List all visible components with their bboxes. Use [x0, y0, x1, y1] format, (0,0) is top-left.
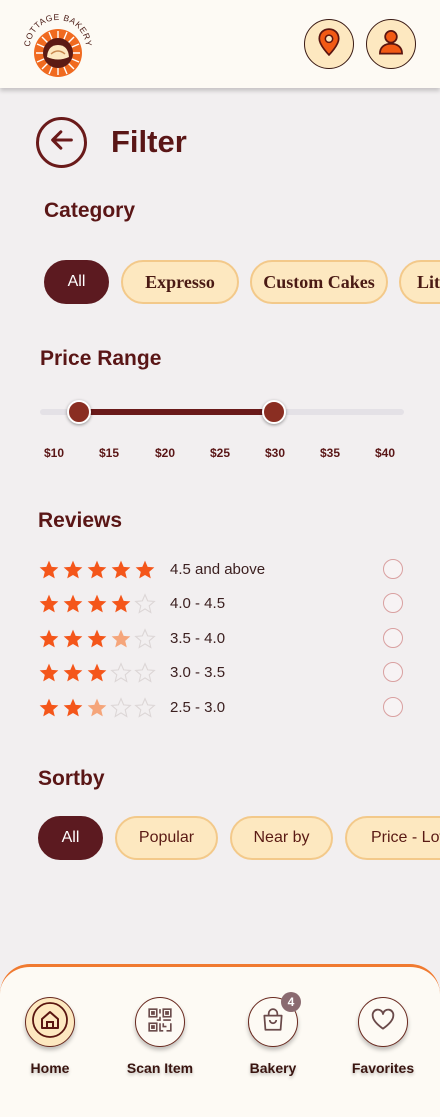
- nav-bakery[interactable]: 4 Bakery: [223, 992, 323, 1076]
- sortby-chips: All Popular Near by Price - Low to High: [0, 816, 440, 864]
- star-filled-icon: [63, 594, 83, 613]
- nav-scan-circle: [135, 997, 185, 1047]
- star-empty-icon: [134, 593, 156, 614]
- star-empty-icon: [134, 628, 156, 649]
- category-chip-custom-cakes[interactable]: Custom Cakes: [250, 260, 388, 304]
- star-half-icon: [111, 629, 131, 648]
- star-filled-icon: [39, 629, 59, 648]
- star-filled-icon: [39, 560, 59, 579]
- review-option-row[interactable]: 3.5 - 4.0: [38, 628, 408, 654]
- star-filled-icon: [135, 560, 155, 579]
- nav-home-label: Home: [30, 1060, 70, 1076]
- category-chip-expresso[interactable]: Expresso: [121, 260, 239, 304]
- price-slider-range: [79, 409, 274, 415]
- star-filled-icon: [39, 663, 59, 682]
- nav-home-circle: [25, 997, 75, 1047]
- map-pin-icon: [316, 27, 342, 61]
- nav-scan-label: Scan Item: [126, 1060, 194, 1076]
- location-button[interactable]: [304, 19, 354, 69]
- review-option-label: 4.0 - 4.5: [170, 595, 226, 612]
- review-option-row[interactable]: 2.5 - 3.0: [38, 697, 408, 723]
- price-tick: $20: [154, 446, 176, 460]
- star-empty-icon: [110, 662, 132, 683]
- star-rating: [38, 697, 158, 719]
- price-slider-max-handle[interactable]: [262, 400, 286, 424]
- review-radio[interactable]: [383, 697, 403, 717]
- star-filled-icon: [63, 629, 83, 648]
- nav-favorites[interactable]: Favorites: [333, 997, 433, 1076]
- review-radio[interactable]: [383, 628, 403, 648]
- star-filled-icon: [63, 698, 83, 717]
- user-icon: [377, 28, 405, 61]
- review-radio[interactable]: [383, 593, 403, 613]
- price-tick: $10: [43, 446, 65, 460]
- review-option-label: 4.5 and above: [170, 561, 266, 578]
- sortby-title: Sortby: [38, 767, 105, 790]
- star-filled-icon: [39, 594, 59, 613]
- shopping-bag-icon: [260, 1007, 286, 1038]
- star-filled-icon: [63, 663, 83, 682]
- star-filled-icon: [39, 698, 59, 717]
- category-chip-little-cakes[interactable]: Little Cakes: [399, 260, 440, 304]
- star-empty-icon: [134, 697, 156, 718]
- star-filled-icon: [87, 560, 107, 579]
- sortby-chip-popular[interactable]: Popular: [115, 816, 218, 860]
- price-tick: $30: [264, 446, 286, 460]
- sortby-chip-all[interactable]: All: [38, 816, 103, 860]
- heart-icon: [370, 1007, 396, 1038]
- star-rating: [38, 628, 158, 650]
- nav-bakery-label: Bakery: [249, 1060, 297, 1076]
- star-filled-icon: [87, 663, 107, 682]
- page-title: Filter: [111, 124, 187, 159]
- review-option-row[interactable]: 4.5 and above: [38, 559, 408, 585]
- home-icon: [31, 1001, 69, 1044]
- price-tick: $35: [319, 446, 341, 460]
- star-half-icon: [87, 698, 107, 717]
- sortby-chip-near-by[interactable]: Near by: [230, 816, 333, 860]
- star-filled-icon: [111, 594, 131, 613]
- bakery-count-badge: 4: [281, 992, 301, 1012]
- star-empty-icon: [110, 697, 132, 718]
- price-tick: $25: [209, 446, 231, 460]
- star-filled-icon: [63, 560, 83, 579]
- nav-favorites-circle: [358, 997, 408, 1047]
- back-button[interactable]: [36, 117, 87, 168]
- sortby-chip-price-low-high[interactable]: Price - Low to High: [345, 816, 440, 860]
- star-rating: [38, 662, 158, 684]
- star-empty-icon: [134, 662, 156, 683]
- star-rating: [38, 559, 158, 581]
- category-chips: All Expresso Custom Cakes Little Cakes: [0, 260, 440, 308]
- price-tick: $15: [98, 446, 120, 460]
- nav-home[interactable]: Home: [0, 997, 100, 1076]
- qr-code-icon: [147, 1007, 173, 1038]
- review-radio[interactable]: [383, 662, 403, 682]
- bakery-logo[interactable]: COTTAGE BAKERY: [20, 10, 96, 80]
- category-chip-all[interactable]: All: [44, 260, 109, 304]
- nav-scan-item[interactable]: Scan Item: [110, 997, 210, 1076]
- star-filled-icon: [87, 594, 107, 613]
- reviews-title: Reviews: [38, 509, 123, 532]
- nav-bakery-circle: 4: [248, 992, 301, 1047]
- review-option-label: 3.5 - 4.0: [170, 630, 226, 647]
- review-option-label: 3.0 - 3.5: [170, 664, 226, 681]
- review-radio[interactable]: [383, 559, 403, 579]
- app-header: COTTAGE BAKERY: [0, 0, 440, 88]
- price-range-title: Price Range: [40, 347, 162, 370]
- review-option-row[interactable]: 3.0 - 3.5: [38, 662, 408, 688]
- category-title: Category: [44, 199, 136, 222]
- price-slider-min-handle[interactable]: [67, 400, 91, 424]
- review-option-label: 2.5 - 3.0: [170, 699, 226, 716]
- profile-button[interactable]: [366, 19, 416, 69]
- star-rating: [38, 593, 158, 615]
- star-filled-icon: [111, 560, 131, 579]
- star-filled-icon: [87, 629, 107, 648]
- review-option-row[interactable]: 4.0 - 4.5: [38, 593, 408, 619]
- arrow-left-icon: [48, 126, 76, 159]
- price-tick: $40: [374, 446, 396, 460]
- nav-favorites-label: Favorites: [351, 1060, 415, 1076]
